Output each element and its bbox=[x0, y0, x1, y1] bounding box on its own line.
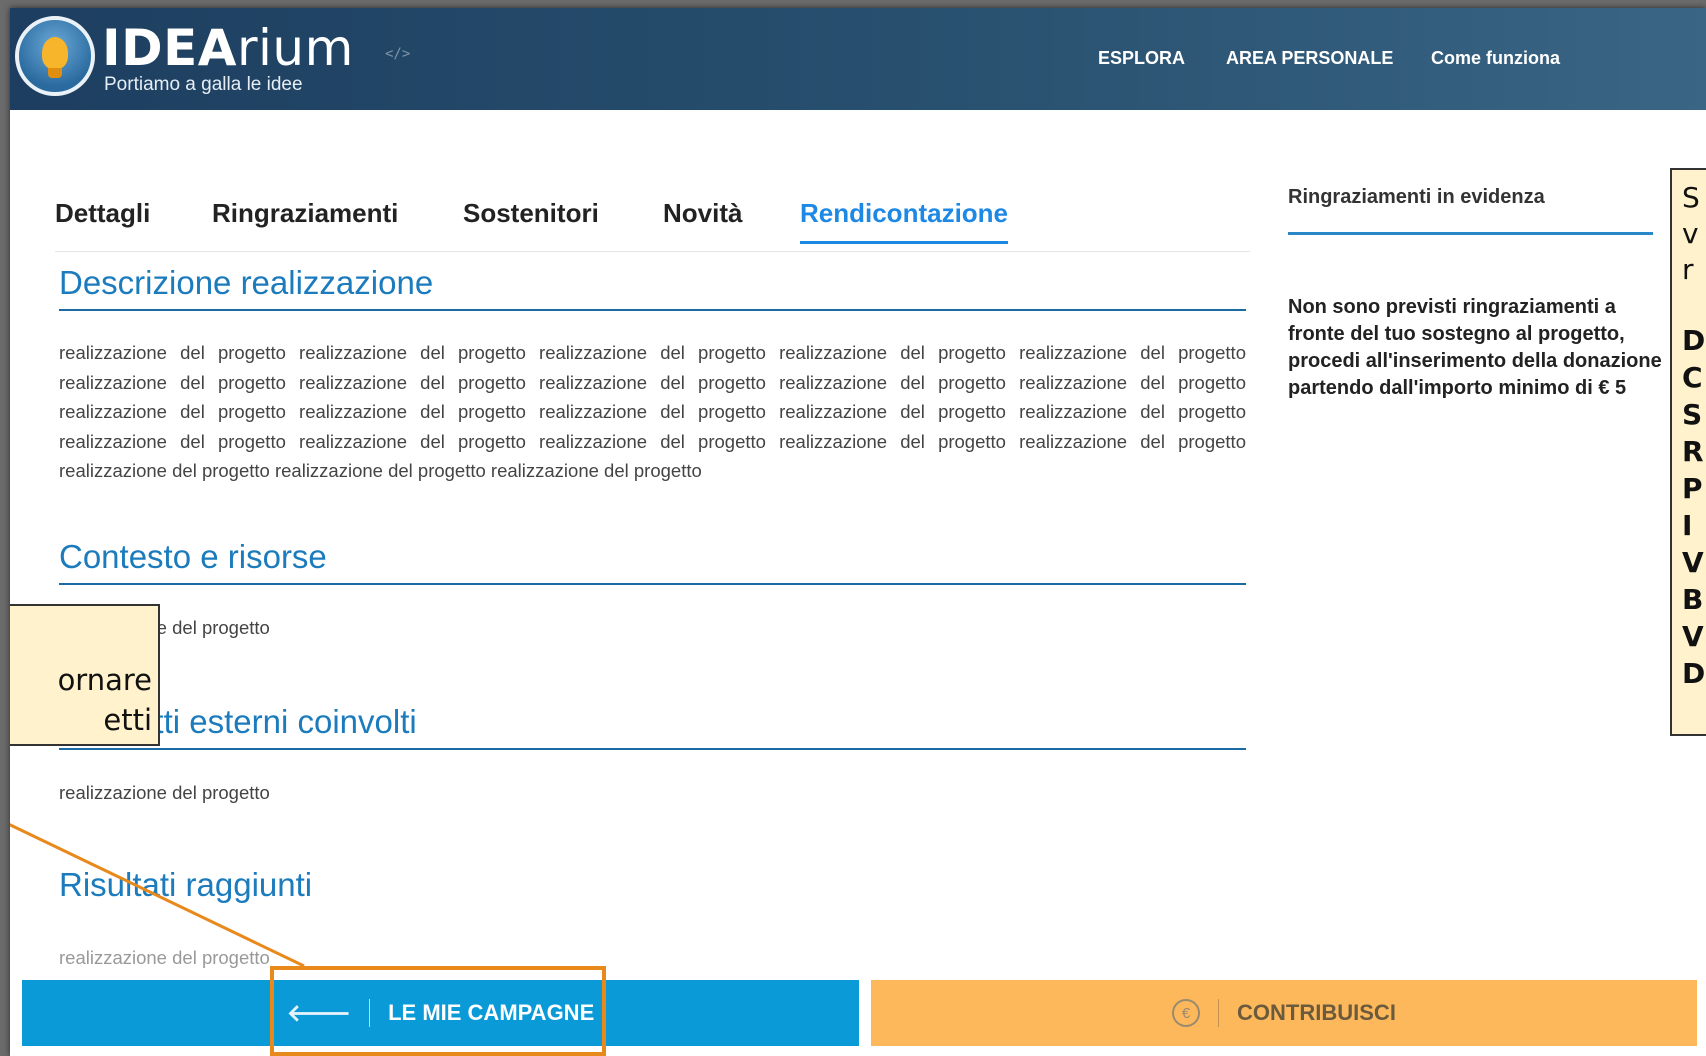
contribute-label: CONTRIBUISCI bbox=[1237, 1000, 1396, 1025]
euro-coin-icon: € bbox=[1172, 999, 1201, 1027]
browser-viewport: IDEArium Portiamo a galla le idee </> ES… bbox=[10, 8, 1706, 1056]
contribute-button[interactable]: € CONTRIBUISCI bbox=[871, 980, 1697, 1046]
button-separator bbox=[1218, 999, 1220, 1027]
leader-line-stroke bbox=[10, 823, 305, 968]
annotation-highlight-box bbox=[270, 966, 606, 1056]
annotation-leader-line bbox=[10, 823, 305, 968]
